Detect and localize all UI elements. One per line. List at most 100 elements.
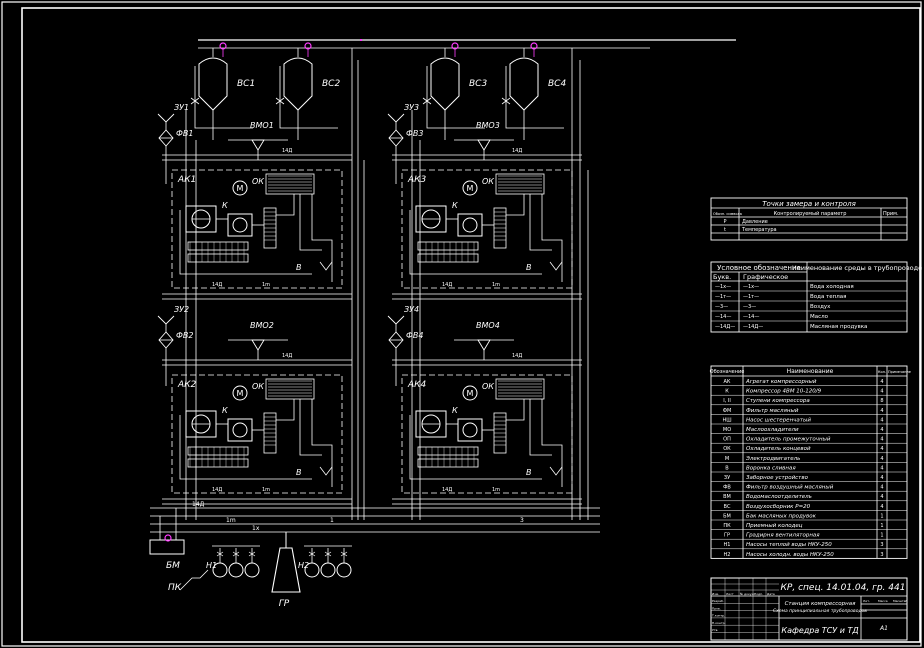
department-name: Кафедра ТСУ и ТД [781,626,858,635]
media-code: —3— [715,304,728,310]
signature-label: Подп. [754,592,763,596]
signature-label: Изм. [712,592,719,596]
legend-name: Воздухосборник Р=20 [746,504,811,510]
legend-qty: 4 [880,504,883,510]
line-code: 14Д [212,282,222,288]
role-label: Разраб. [712,599,724,603]
media-name: Масляная продувка [810,324,867,330]
line-code: 1m [226,517,236,524]
receiver-well-label: ПК [168,583,182,593]
media-code: —14— [715,314,731,320]
legend-name: Приемный колодец [746,523,803,529]
media-graphic: —3— [743,304,756,310]
sheet-background [0,0,924,648]
filter-label: ФВ1 [176,129,193,138]
stage-label: В [296,263,302,272]
legend-code: ВМ [723,494,731,500]
stage-label: Лит. [863,599,870,603]
separator-label: ВМО3 [476,121,500,130]
line-code: 14Д [442,282,452,288]
legend-name: Градирня вентиляторная [746,533,820,539]
stage-label: В [526,263,532,272]
line-code: 1 [330,517,334,524]
legend-code: ОП [723,437,731,443]
cooler-label: ОК [252,177,264,186]
media-subheader: Букв. [713,273,731,281]
line-code: 14Д [512,353,522,359]
signature-label: № докум. [740,592,755,596]
legend-code: ВС [724,504,731,510]
pump-label: Н2 [298,561,309,570]
separator-label: ВМО4 [476,321,500,330]
legend-code: БМ [723,513,731,519]
media-name: Вода холодная [810,284,854,290]
line-code: 1m [262,487,270,493]
legend-name: Маслоохладители [746,427,799,433]
points-header: Контролируемый параметр [774,210,847,217]
media-title-right: Наименование среды в трубопроводе [792,264,922,272]
media-graphic: —14Д— [743,324,763,330]
line-code: 14Д [212,487,222,493]
legend-header: Наименование [787,368,834,375]
legend-code: МО [723,427,731,433]
media-name: Масло [810,314,829,320]
legend-qty: 4 [880,485,883,491]
media-subheader: Графическое [743,273,788,281]
legend-header: Кол. [878,370,886,374]
legend-name: Заборное устройство [746,475,809,481]
motor-label: М [237,389,244,398]
cooler-label: ОК [252,382,264,391]
signature-label: Лист [726,592,734,596]
legend-code: К [725,389,729,395]
unit-label: АК1 [177,175,196,185]
separator-label: ВМО2 [250,321,274,330]
legend-code: ПК [723,523,731,529]
description-line2: Схема принципиальная трубопроводов [773,608,867,614]
signature-label: Дата [767,592,775,596]
role-label: Н.контр. [712,621,725,625]
media-code: —14Д— [715,324,735,330]
role-label: Утв. [712,628,718,632]
role-label: Т.контр. [711,614,725,618]
points-header: Обозн. символа [713,212,742,216]
motor-label: М [237,184,244,193]
legend-code: ФМ [723,408,732,414]
legend-qty: 4 [880,437,883,443]
legend-code: НШ [722,417,731,423]
legend-header: Примечание [888,370,911,374]
intake-label: ЗУ1 [174,103,189,112]
legend-name: Бак масляных продувок [746,513,817,519]
motor-label: М [467,389,474,398]
unit-label: АК3 [407,175,427,185]
media-name: Воздух [810,304,831,310]
legend-code: ГР [724,533,730,539]
intake-label: ЗУ2 [174,305,189,314]
unit-label: АК2 [177,380,197,390]
cooler-label: ОК [482,382,494,391]
legend-qty: 4 [880,417,883,423]
stage-label: Масса [878,599,888,603]
legend-qty: 3 [880,552,883,558]
legend-header: Обозначение [710,369,745,375]
drawing-sheet: ВС1 ВС2 ВС3 ВС4ЗУ1ФВ1ЗУ2ФВ2ЗУ3ФВ3ЗУ4ФВ4ВМО1… [0,0,924,648]
legend-code: Н1 [724,542,731,548]
line-code: 1m [492,282,500,288]
legend-qty: 3 [880,542,883,548]
legend-qty: 4 [880,389,883,395]
legend-name: Фильтр масляный [746,408,799,414]
line-code: 14Д [192,501,205,508]
points-header: Прим. [883,211,899,217]
cooling-tower-label: ГР [279,599,290,609]
line-code: 3 [520,517,524,524]
filter-label: ФВ4 [406,331,423,340]
receiver-label: ВС1 [237,79,255,89]
compressor-label: К [222,406,228,415]
media-name: Вода теплая [810,294,846,300]
intake-label: ЗУ4 [404,305,419,314]
stage-label: В [296,468,302,477]
legend-name: Насосы холодн. воды НКУ-250 [746,552,834,558]
legend-code: ОК [723,446,731,452]
role-label: Пров. [712,606,721,610]
legend-code: В [725,465,729,471]
legend-qty: 4 [880,465,883,471]
